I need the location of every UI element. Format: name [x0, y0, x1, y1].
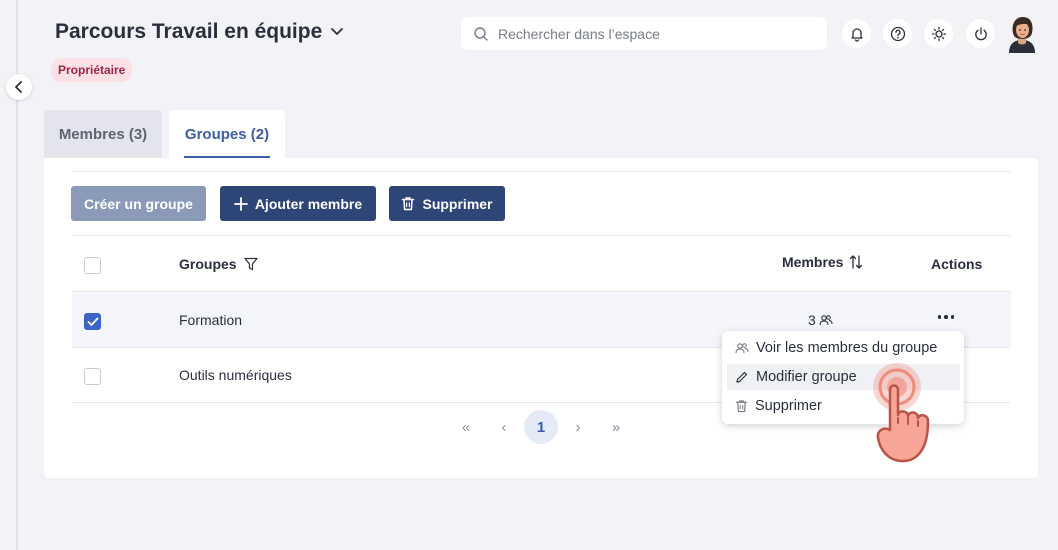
divider [72, 235, 1010, 236]
role-badge: Propriétaire [51, 58, 133, 82]
next-page-button[interactable]: › [567, 410, 589, 444]
groups-panel: Créer un groupe Ajouter membre Supprimer… [44, 158, 1038, 478]
edit-group-item[interactable]: Modifier groupe [727, 364, 960, 390]
help-button[interactable] [883, 19, 912, 48]
row-checkbox[interactable] [84, 368, 101, 385]
actions-column-header: Actions [931, 256, 982, 272]
sort-icon[interactable] [849, 254, 863, 270]
next-page-glyph: › [575, 418, 581, 436]
previous-page-button[interactable]: ‹ [493, 410, 515, 444]
delete-group-item[interactable]: Supprimer [727, 393, 960, 419]
delete-group-label: Supprimer [755, 398, 822, 414]
filter-icon[interactable] [243, 256, 259, 272]
users-icon [735, 343, 749, 354]
page-1-button[interactable]: 1 [524, 410, 558, 444]
space-title-dropdown[interactable]: Parcours Travail en équipe [55, 20, 344, 44]
groups-column-header[interactable]: Groupes [179, 256, 259, 272]
member-count: 3 [808, 312, 833, 328]
power-icon [974, 26, 987, 40]
tab-members-label: Membres (3) [58, 125, 148, 143]
pencil-icon [736, 371, 748, 383]
tab-members[interactable]: Membres (3) [44, 110, 162, 158]
edit-group-label: Modifier groupe [756, 369, 857, 385]
theme-toggle-button[interactable] [924, 19, 953, 48]
first-page-button[interactable]: « [455, 410, 477, 444]
member-count-value: 3 [808, 312, 816, 328]
view-group-members-item[interactable]: Voir les membres du groupe [727, 335, 960, 361]
users-icon [819, 315, 833, 326]
members-header-label: Membres [782, 254, 844, 270]
actions-header-label: Actions [931, 256, 983, 272]
search-box[interactable] [461, 17, 827, 50]
notifications-button[interactable] [842, 19, 871, 48]
tab-groups[interactable]: Groupes (2) [169, 110, 285, 158]
members-column-header[interactable]: Membres [782, 254, 863, 270]
divider [72, 171, 1010, 172]
chevron-left-icon [15, 81, 22, 93]
row-actions-menu-button[interactable] [936, 310, 956, 324]
add-member-button[interactable]: Ajouter membre [220, 186, 376, 221]
chevron-down-icon [331, 28, 344, 35]
tab-groups-label: Groupes (2) [184, 125, 270, 143]
row-context-menu: Voir les membres du groupe Modifier grou… [722, 331, 964, 424]
view-group-members-label: Voir les membres du groupe [756, 340, 938, 356]
logout-button[interactable] [966, 19, 995, 48]
avatar[interactable] [1006, 15, 1038, 53]
create-group-label: Créer un groupe [84, 195, 193, 212]
previous-page-glyph: ‹ [501, 418, 507, 436]
last-page-button[interactable]: » [605, 410, 627, 444]
page-title: Parcours Travail en équipe [55, 20, 323, 43]
search-input[interactable] [498, 25, 818, 42]
check-icon [87, 317, 98, 326]
select-all-checkbox[interactable] [84, 257, 101, 274]
first-page-glyph: « [461, 418, 471, 436]
create-group-button[interactable]: Créer un groupe [71, 186, 206, 221]
current-page-number: 1 [536, 418, 546, 436]
add-member-label: Ajouter membre [254, 195, 363, 212]
plus-icon [233, 196, 248, 211]
sun-icon [931, 26, 946, 41]
last-page-glyph: » [611, 418, 621, 436]
bell-icon [850, 27, 863, 42]
group-name[interactable]: Outils numériques [179, 367, 292, 383]
search-icon [474, 26, 488, 41]
collapse-sidebar-button[interactable] [6, 74, 32, 100]
trash-icon [735, 400, 748, 413]
groups-header-label: Groupes [179, 256, 237, 272]
help-icon [890, 26, 905, 41]
row-checkbox[interactable] [84, 313, 101, 330]
delete-button[interactable]: Supprimer [389, 186, 505, 221]
delete-label: Supprimer [422, 195, 493, 212]
trash-icon [402, 197, 415, 211]
group-name[interactable]: Formation [179, 312, 242, 328]
